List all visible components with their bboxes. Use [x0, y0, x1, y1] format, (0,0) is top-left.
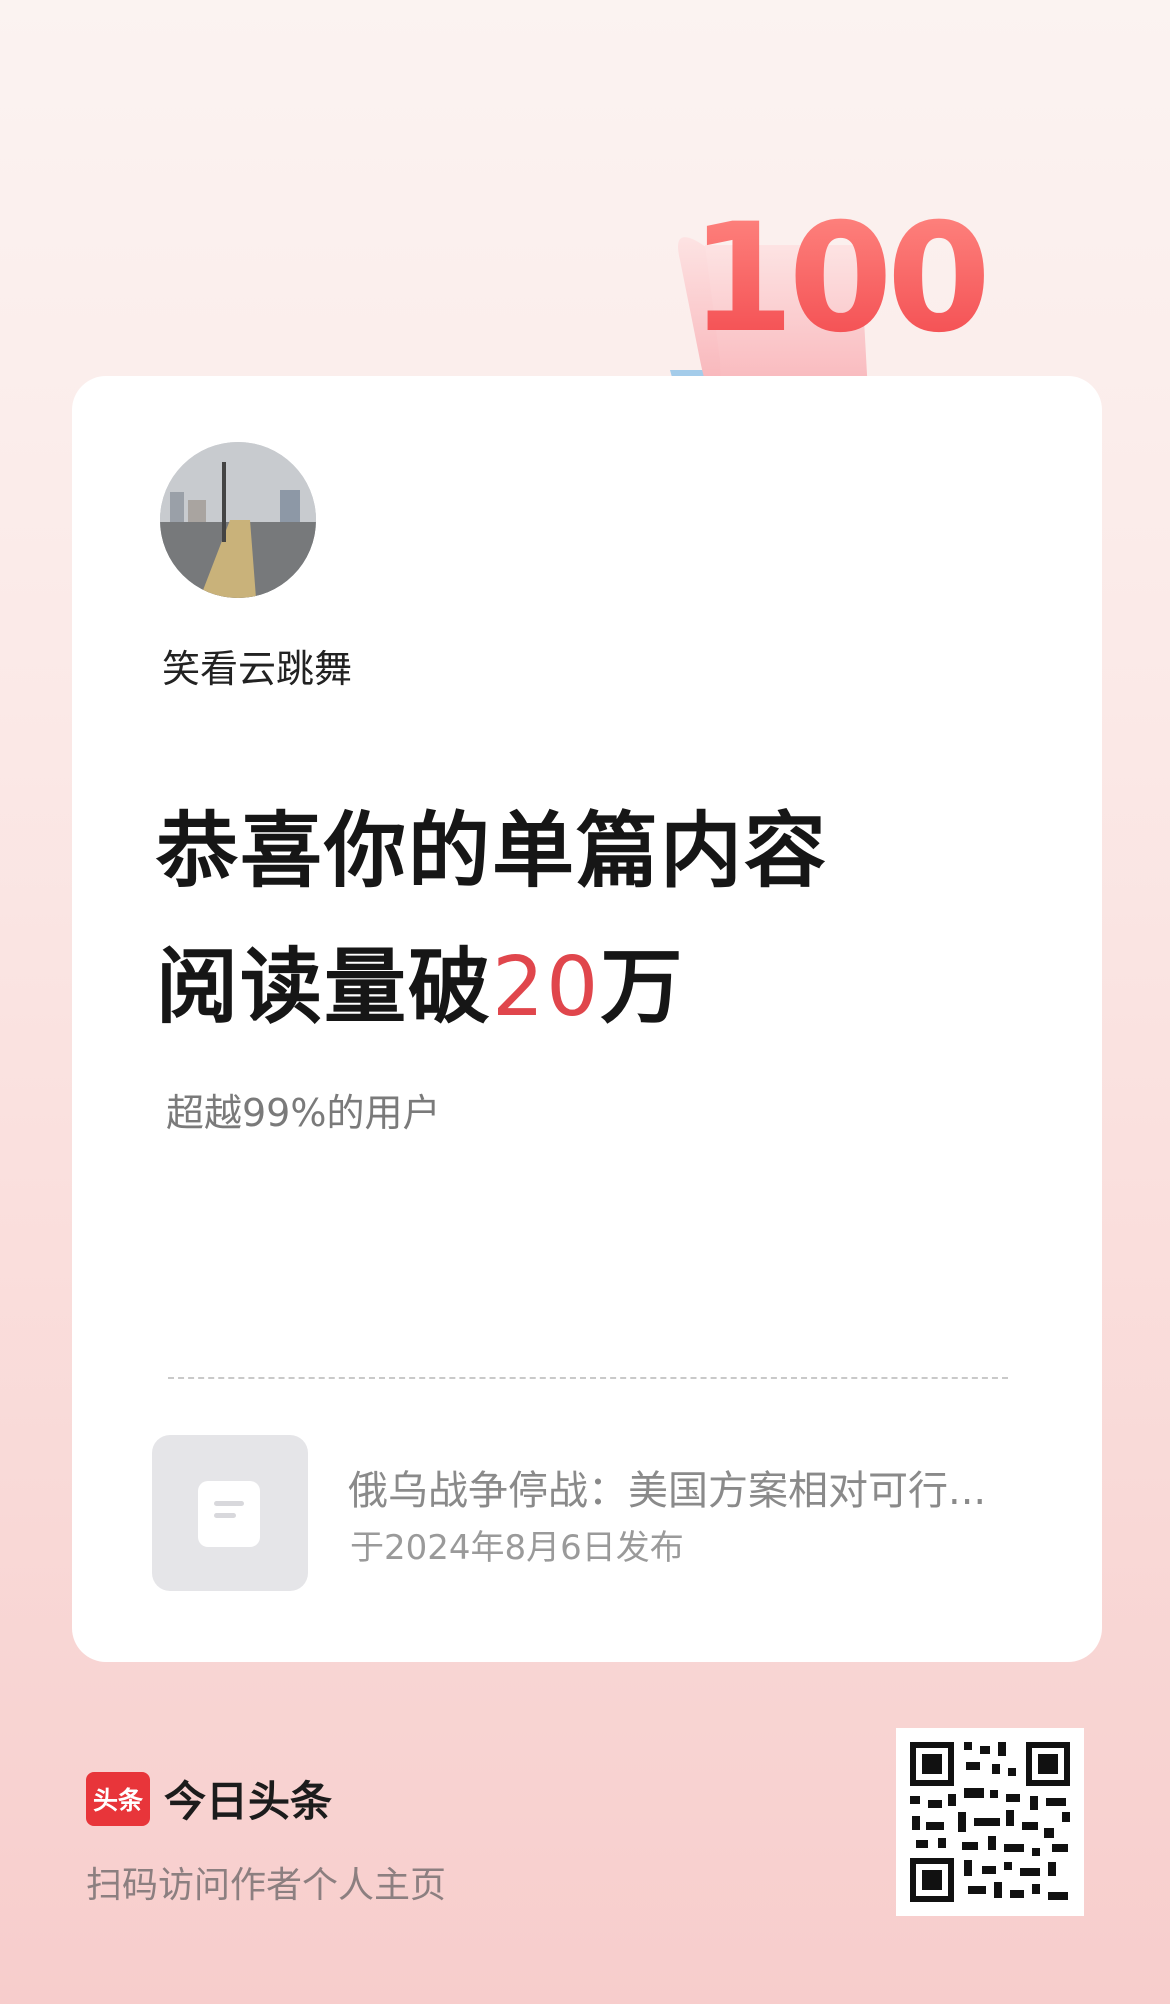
- qr-code[interactable]: [896, 1728, 1084, 1916]
- read-count-number: 20: [492, 940, 601, 1035]
- brand: 头条 今日头条: [86, 1768, 332, 1829]
- headline-prefix: 阅读量破: [156, 940, 493, 1035]
- avatar-image: [160, 442, 316, 598]
- author-avatar[interactable]: [160, 442, 316, 598]
- toutiao-logo-icon: 头条: [86, 1771, 150, 1826]
- headline: 恭喜你的单篇内容 阅读量破20万: [156, 784, 828, 1056]
- headline-line-1: 恭喜你的单篇内容: [156, 804, 829, 899]
- badge-number: 100: [690, 192, 985, 366]
- document-icon: [198, 1481, 260, 1547]
- scan-tip: 扫码访问作者个人主页: [86, 1865, 447, 1906]
- article-thumbnail[interactable]: [152, 1435, 308, 1591]
- headline-suffix: 万: [600, 940, 685, 1035]
- dashed-divider: [168, 1377, 1008, 1379]
- author-name[interactable]: 笑看云跳舞: [162, 638, 352, 693]
- article-publish-date: 于2024年8月6日发布: [350, 1528, 684, 1568]
- percentile-text: 超越99%的用户: [166, 1091, 441, 1135]
- headline-line-2: 阅读量破20万: [156, 920, 828, 1056]
- article-title[interactable]: 俄乌战争停战：美国方案相对可行...: [348, 1458, 986, 1516]
- brand-name: 今日头条: [164, 1777, 333, 1826]
